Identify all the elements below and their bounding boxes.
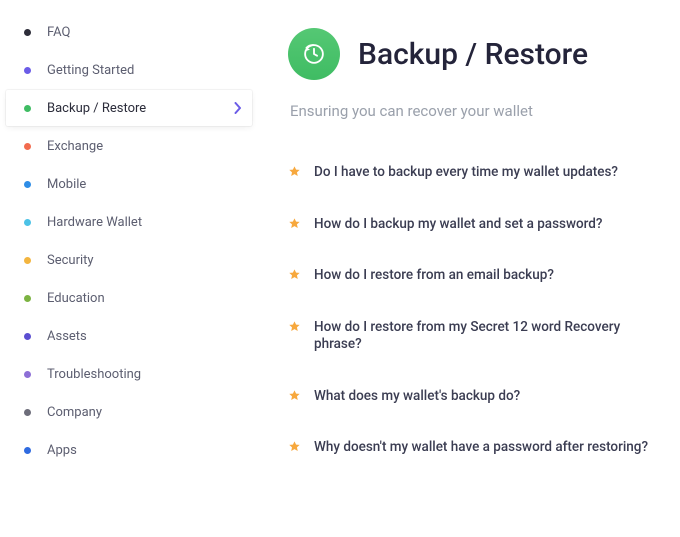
faq-item[interactable]: What does my wallet's backup do? [288,388,666,406]
sidebar-item-apps[interactable]: Apps [6,432,252,468]
category-dot-icon [24,181,31,188]
sidebar-item-assets[interactable]: Assets [6,318,252,354]
page-title: Backup / Restore [358,37,588,72]
sidebar-item-label: Company [47,405,102,420]
faq-question: What does my wallet's backup do? [314,388,520,406]
category-dot-icon [24,29,31,36]
faq-item[interactable]: How do I backup my wallet and set a pass… [288,216,666,234]
star-icon [288,389,301,402]
category-dot-icon [24,219,31,226]
sidebar-item-label: Education [47,291,105,306]
sidebar-item-label: Getting Started [47,63,134,78]
category-dot-icon [24,409,31,416]
sidebar-item-label: Assets [47,329,87,344]
sidebar-item-label: FAQ [47,25,70,40]
category-dot-icon [24,447,31,454]
sidebar-item-education[interactable]: Education [6,280,252,316]
sidebar-item-label: Exchange [47,139,103,154]
sidebar-item-faq[interactable]: FAQ [6,14,252,50]
sidebar: FAQ Getting Started Backup / Restore Exchan… [0,0,258,537]
sidebar-item-hardware-wallet[interactable]: Hardware Wallet [6,204,252,240]
restore-icon [288,28,340,80]
star-icon [288,165,301,178]
faq-question: How do I restore from my Secret 12 word … [314,319,666,354]
faq-question: How do I restore from an email backup? [314,267,554,285]
star-icon [288,320,301,333]
star-icon [288,440,301,453]
faq-question: Do I have to backup every time my wallet… [314,164,618,182]
sidebar-item-company[interactable]: Company [6,394,252,430]
sidebar-item-backup-restore[interactable]: Backup / Restore [6,90,252,126]
category-dot-icon [24,371,31,378]
sidebar-item-exchange[interactable]: Exchange [6,128,252,164]
sidebar-item-label: Backup / Restore [47,101,146,116]
sidebar-item-label: Troubleshooting [47,367,141,382]
faq-list: Do I have to backup every time my wallet… [288,164,666,457]
faq-question: How do I backup my wallet and set a pass… [314,216,602,234]
faq-item[interactable]: How do I restore from my Secret 12 word … [288,319,666,354]
faq-item[interactable]: Do I have to backup every time my wallet… [288,164,666,182]
category-dot-icon [24,295,31,302]
faq-item[interactable]: How do I restore from an email backup? [288,267,666,285]
sidebar-item-security[interactable]: Security [6,242,252,278]
sidebar-item-label: Mobile [47,177,86,192]
category-dot-icon [24,333,31,340]
star-icon [288,268,301,281]
category-dot-icon [24,67,31,74]
faq-item[interactable]: Why doesn't my wallet have a password af… [288,439,666,457]
faq-question: Why doesn't my wallet have a password af… [314,439,648,457]
sidebar-item-label: Hardware Wallet [47,215,142,230]
category-dot-icon [24,143,31,150]
chevron-right-icon [234,102,242,114]
category-dot-icon [24,105,31,112]
main-content: Backup / Restore Ensuring you can recove… [258,0,680,537]
page-subtitle: Ensuring you can recover your wallet [290,102,666,120]
sidebar-item-troubleshooting[interactable]: Troubleshooting [6,356,252,392]
star-icon [288,217,301,230]
sidebar-item-label: Apps [47,443,77,458]
sidebar-item-label: Security [47,253,94,268]
sidebar-item-mobile[interactable]: Mobile [6,166,252,202]
page-header: Backup / Restore [288,28,666,80]
sidebar-item-getting-started[interactable]: Getting Started [6,52,252,88]
category-dot-icon [24,257,31,264]
